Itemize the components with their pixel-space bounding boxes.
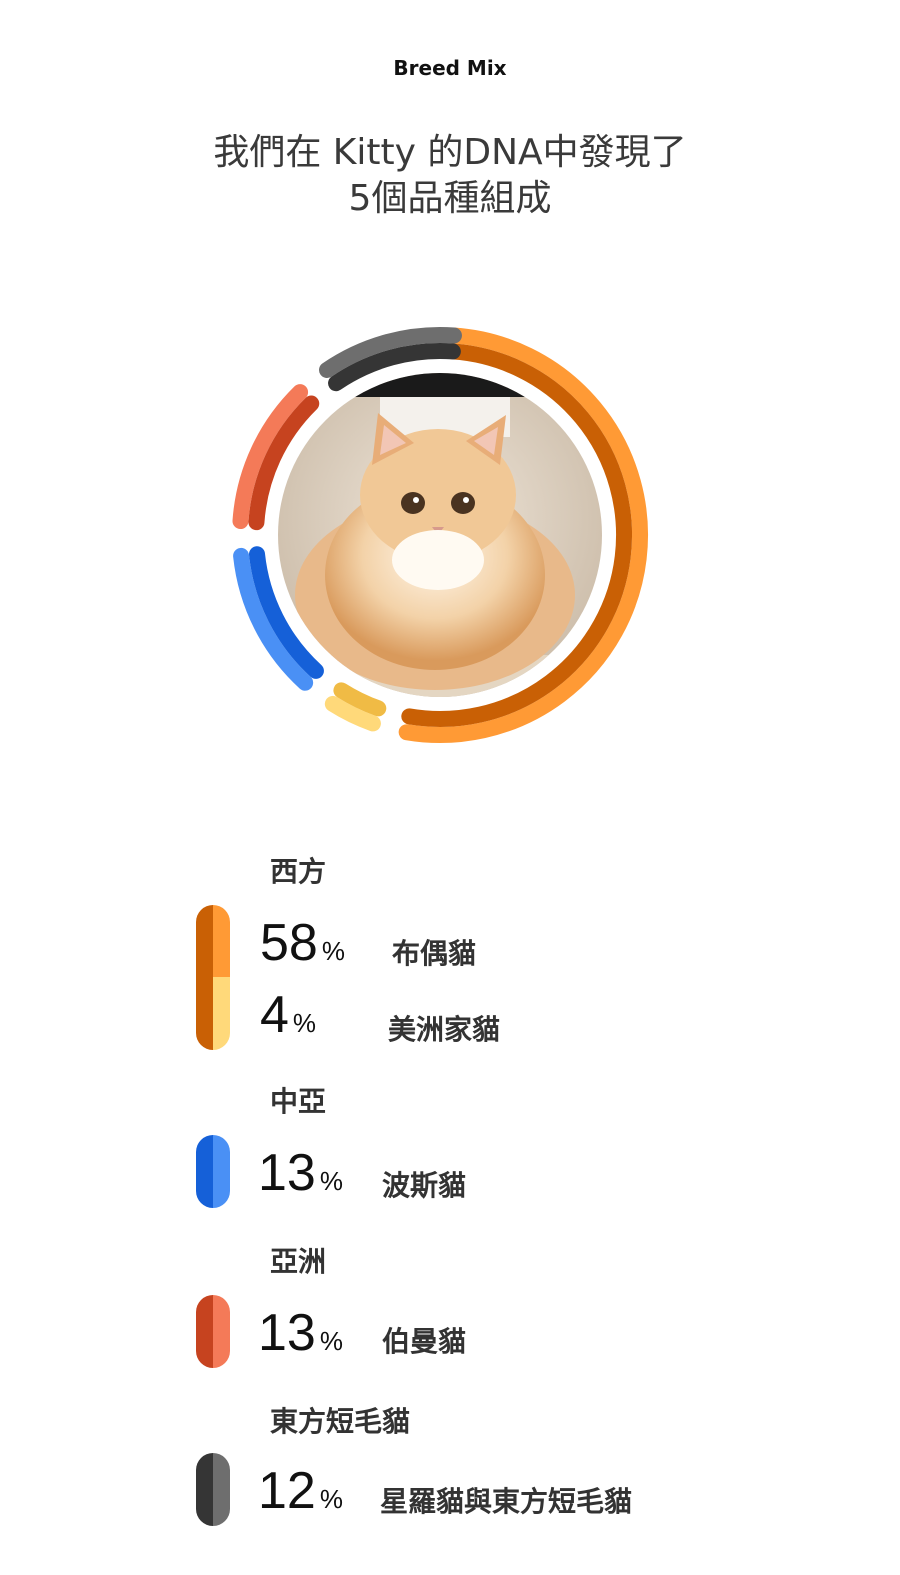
breed-mix-title: Breed Mix: [393, 56, 507, 80]
persian-color-segment: [196, 1135, 230, 1208]
ragdoll-label: 布偶貓: [392, 937, 477, 970]
siamese-oriental-percent: 12%: [258, 1462, 343, 1520]
group-label-west: 西方: [270, 855, 327, 888]
siamese-oriental-color-segment: [196, 1453, 230, 1526]
oriental-color-bar: [196, 1453, 230, 1526]
headline: 我們在 Kitty 的DNA中發現了 5個品種組成: [0, 130, 900, 222]
group-label-oriental-shorthair: 東方短毛貓: [270, 1405, 411, 1438]
birman-percent: 13%: [258, 1304, 343, 1362]
birman-color-segment: [196, 1295, 230, 1368]
american-shorthair-label: 美洲家貓: [388, 1013, 501, 1046]
cat-avatar: [278, 373, 602, 697]
birman-label: 伯曼貓: [382, 1325, 467, 1358]
american-shorthair-color-segment: [196, 977, 230, 1050]
west-color-bar: [196, 905, 230, 1050]
siamese-oriental-label: 星羅貓與東方短毛貓: [380, 1485, 633, 1518]
headline-line-1: 我們在 Kitty 的DNA中發現了: [213, 132, 687, 173]
persian-label: 波斯貓: [382, 1169, 467, 1202]
american-shorthair-percent: 4%: [260, 986, 317, 1044]
persian-percent: 13%: [258, 1144, 343, 1202]
breed-donut-chart: [232, 327, 648, 743]
ragdoll-percent: 58%: [260, 914, 345, 972]
central-asia-color-bar: [196, 1135, 230, 1208]
group-label-central-asia: 中亞: [270, 1085, 327, 1118]
asia-color-bar: [196, 1295, 230, 1368]
group-label-asia: 亞洲: [270, 1245, 327, 1278]
ragdoll-color-segment: [196, 905, 230, 977]
headline-line-2: 5個品種組成: [348, 178, 552, 219]
